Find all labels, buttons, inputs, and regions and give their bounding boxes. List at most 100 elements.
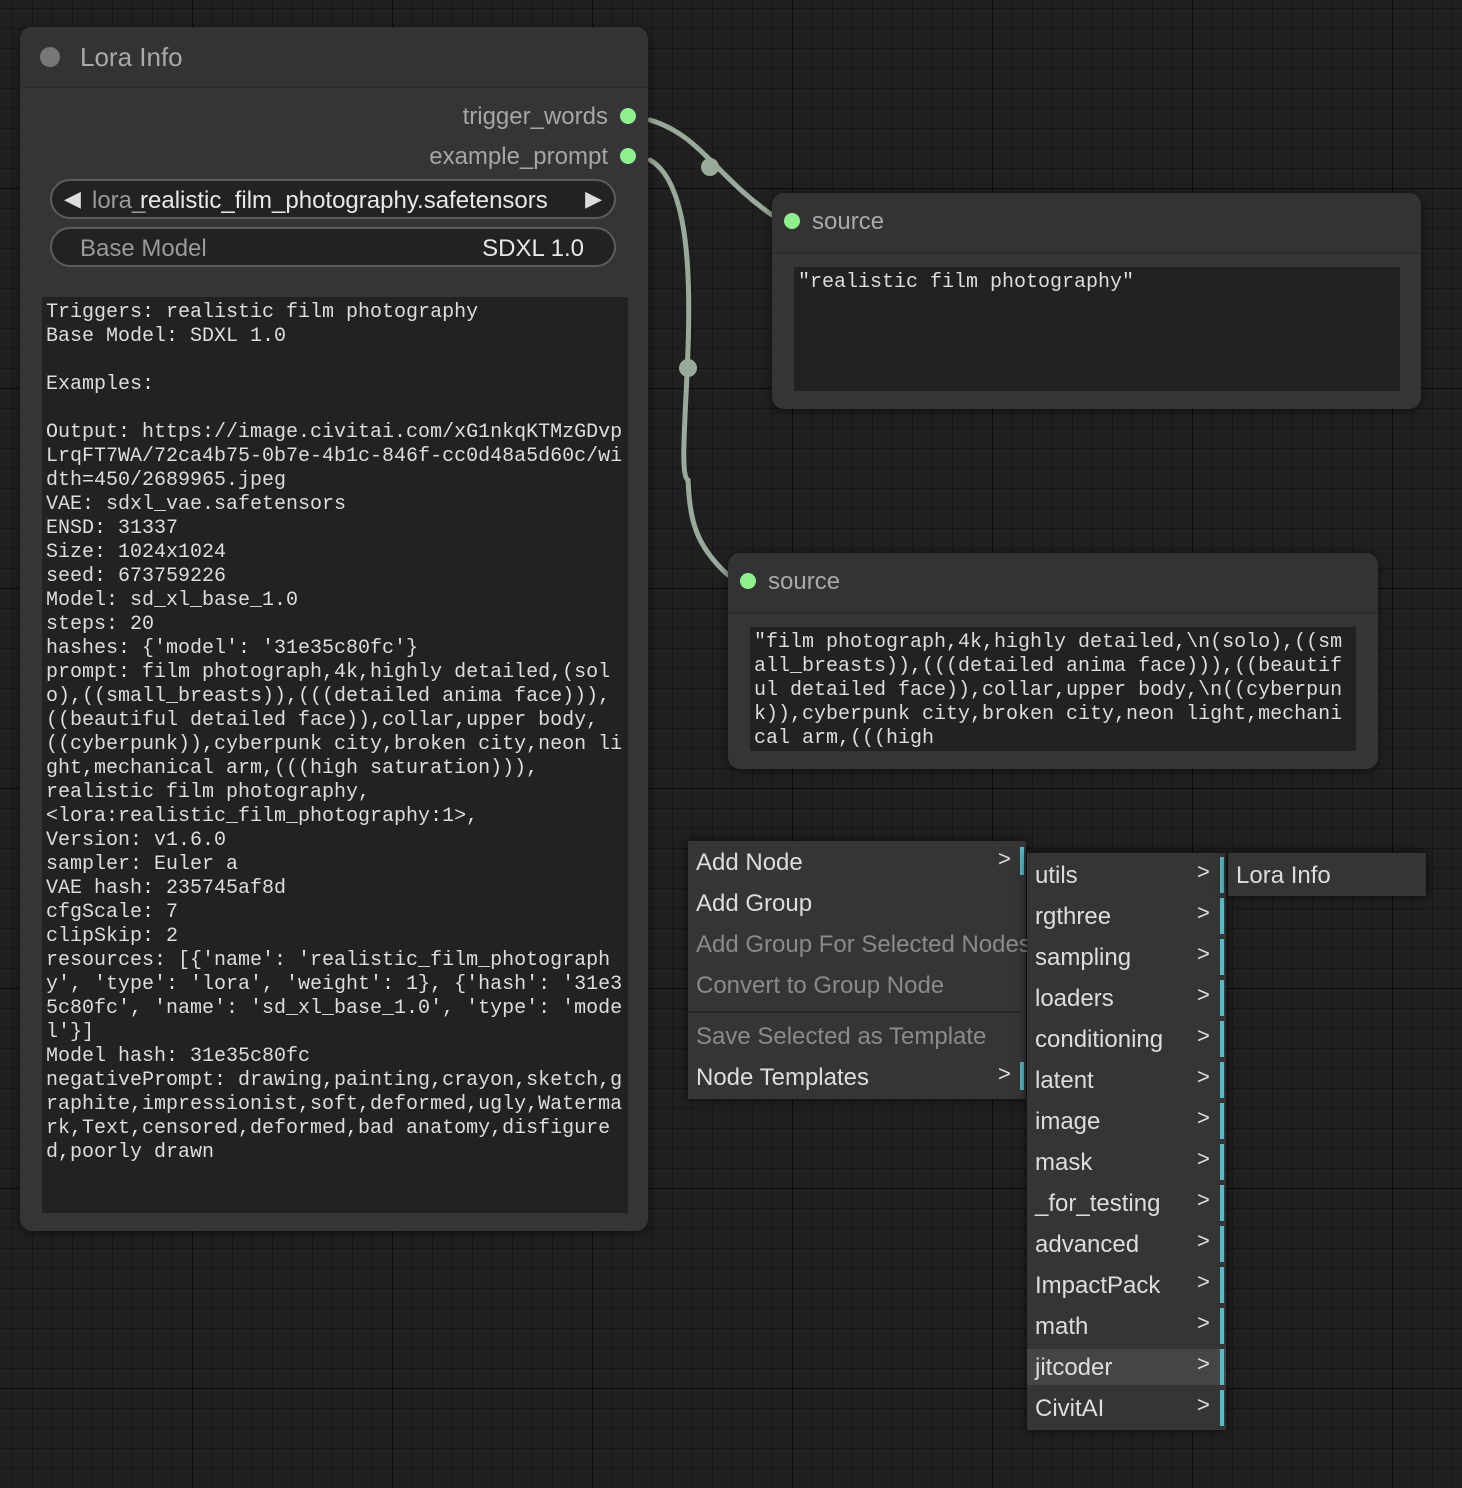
submenu-indicator <box>1220 1267 1224 1303</box>
menu-item-label: Lora Info <box>1236 862 1331 889</box>
menu-item-label: Add Node <box>696 849 803 876</box>
menu-item-add-group-for-selected: Add Group For Selected Nodes <box>688 926 1031 962</box>
combo-label: lora_ <box>92 187 146 214</box>
link-midpoint-1 <box>701 158 719 176</box>
submenu-indicator <box>1220 980 1224 1016</box>
submenu-arrow-icon: > <box>1197 1228 1210 1253</box>
canvas-context-menu: Add Node > Add Group Add Group For Selec… <box>688 841 1031 1099</box>
base-model-widget[interactable]: Base Model SDXL 1.0 <box>50 227 616 267</box>
menu-item-node-templates[interactable]: Node Templates > <box>688 1059 1026 1095</box>
link-trigger-words <box>647 117 775 218</box>
submenu-indicator <box>1220 1144 1224 1180</box>
submenu-item-impactpack[interactable]: ImpactPack > <box>1027 1267 1226 1303</box>
submenu-item-civitai[interactable]: CivitAI > <box>1027 1390 1226 1426</box>
submenu-item-image[interactable]: image > <box>1027 1103 1226 1139</box>
node-collapse-dot[interactable] <box>40 47 60 67</box>
menu-separator <box>688 1011 1020 1013</box>
combo-left-arrow-icon[interactable]: ◀ <box>64 186 81 212</box>
menu-item-label: CivitAI <box>1035 1395 1105 1422</box>
node-title: source <box>768 568 841 595</box>
source-textarea[interactable]: "film photograph,4k,highly detailed,\n(s… <box>750 627 1356 751</box>
menu-item-label: image <box>1035 1108 1101 1135</box>
node-title: Lora Info <box>80 42 183 72</box>
menu-item-add-node[interactable]: Add Node > <box>688 844 1026 880</box>
submenu-arrow-icon: > <box>1197 1105 1210 1130</box>
submenu-item-lora-info[interactable]: Lora Info <box>1228 857 1426 893</box>
output-slot-trigger-words[interactable] <box>620 108 636 124</box>
submenu-indicator <box>1220 857 1224 893</box>
menu-item-label: sampling <box>1035 944 1132 971</box>
node-title-bar[interactable]: source <box>728 553 1378 614</box>
link-midpoint-2 <box>679 359 697 377</box>
base-model-value: SDXL 1.0 <box>482 235 584 262</box>
menu-item-save-selected-template: Save Selected as Template <box>688 1018 1026 1054</box>
menu-item-label: Node Templates <box>696 1064 869 1091</box>
submenu-arrow-icon: > <box>1197 900 1210 925</box>
submenu-arrow-icon: > <box>1197 982 1210 1007</box>
output-label-example-prompt: example_prompt <box>429 143 608 170</box>
menu-item-label: Save Selected as Template <box>696 1023 987 1050</box>
combo-right-arrow-icon[interactable]: ▶ <box>585 186 602 212</box>
menu-item-label: loaders <box>1035 985 1114 1012</box>
submenu-indicator <box>1220 1062 1224 1098</box>
submenu-item-advanced[interactable]: advanced > <box>1027 1226 1226 1262</box>
submenu-arrow-icon: > <box>1197 859 1210 884</box>
source-textarea[interactable]: "realistic film photography" <box>794 267 1400 391</box>
menu-item-label: jitcoder <box>1035 1354 1113 1381</box>
submenu-item-math[interactable]: math > <box>1027 1308 1226 1344</box>
submenu-arrow-icon: > <box>1197 1269 1210 1294</box>
menu-item-label: Add Group <box>696 890 813 917</box>
submenu-item-utils[interactable]: utils > <box>1027 857 1226 893</box>
submenu-indicator <box>1220 1226 1224 1262</box>
node-title: source <box>812 208 885 235</box>
base-model-label: Base Model <box>80 235 207 262</box>
submenu-arrow-icon: > <box>1197 1064 1210 1089</box>
submenu-indicator <box>1220 1308 1224 1344</box>
lora-info-textarea[interactable]: Triggers: realistic film photography Bas… <box>42 297 628 1213</box>
submenu-item-latent[interactable]: latent > <box>1027 1062 1226 1098</box>
source-node-trigger-words[interactable]: source "realistic film photography" <box>772 193 1421 409</box>
menu-item-add-group[interactable]: Add Group <box>688 885 1026 921</box>
menu-item-label: advanced <box>1035 1231 1140 1258</box>
menu-item-label: mask <box>1035 1149 1093 1176</box>
submenu-item-rgthree[interactable]: rgthree > <box>1027 898 1226 934</box>
menu-item-label: latent <box>1035 1067 1094 1094</box>
submenu-item-for-testing[interactable]: _for_testing > <box>1027 1185 1226 1221</box>
add-node-submenu: utils > rgthree > sampling > loaders > c… <box>1027 853 1226 1430</box>
lora-info-node[interactable]: Lora Info trigger_words example_prompt ◀… <box>20 27 648 1231</box>
menu-item-label: Convert to Group Node <box>696 972 945 999</box>
submenu-indicator <box>1220 898 1224 934</box>
source-node-example-prompt[interactable]: source "film photograph,4k,highly detail… <box>728 553 1378 769</box>
submenu-item-jitcoder[interactable]: jitcoder > <box>1027 1349 1226 1385</box>
submenu-indicator <box>1020 847 1024 875</box>
lora-combo-widget[interactable]: ◀ lora_ realistic_film_photography.safet… <box>50 179 616 219</box>
jitcoder-submenu: Lora Info <box>1228 853 1426 896</box>
submenu-item-mask[interactable]: mask > <box>1027 1144 1226 1180</box>
input-slot-source[interactable] <box>740 573 756 589</box>
submenu-arrow-icon: > <box>1197 1310 1210 1335</box>
submenu-indicator <box>1220 939 1224 975</box>
submenu-arrow-icon: > <box>1197 941 1210 966</box>
menu-item-convert-to-group-node: Convert to Group Node <box>688 967 1026 1003</box>
submenu-item-conditioning[interactable]: conditioning > <box>1027 1021 1226 1057</box>
link-example-prompt <box>647 157 731 578</box>
menu-item-label: rgthree <box>1035 903 1112 930</box>
submenu-arrow-icon: > <box>1197 1146 1210 1171</box>
submenu-indicator <box>1220 1103 1224 1139</box>
output-slot-example-prompt[interactable] <box>620 148 636 164</box>
submenu-indicator <box>1220 1021 1224 1057</box>
menu-item-label: conditioning <box>1035 1026 1164 1053</box>
submenu-indicator <box>1020 1062 1024 1090</box>
submenu-item-sampling[interactable]: sampling > <box>1027 939 1226 975</box>
input-slot-source[interactable] <box>784 213 800 229</box>
submenu-indicator <box>1220 1349 1224 1385</box>
submenu-arrow-icon: > <box>1197 1351 1210 1376</box>
submenu-arrow-icon: > <box>1197 1187 1210 1212</box>
submenu-arrow-icon: > <box>1197 1392 1210 1417</box>
menu-item-label: utils <box>1035 862 1078 889</box>
submenu-arrow-icon: > <box>1197 1023 1210 1048</box>
submenu-arrow-icon: > <box>998 1061 1011 1086</box>
node-title-bar[interactable]: Lora Info <box>20 27 648 88</box>
node-title-bar[interactable]: source <box>772 193 1421 254</box>
submenu-item-loaders[interactable]: loaders > <box>1027 980 1226 1016</box>
